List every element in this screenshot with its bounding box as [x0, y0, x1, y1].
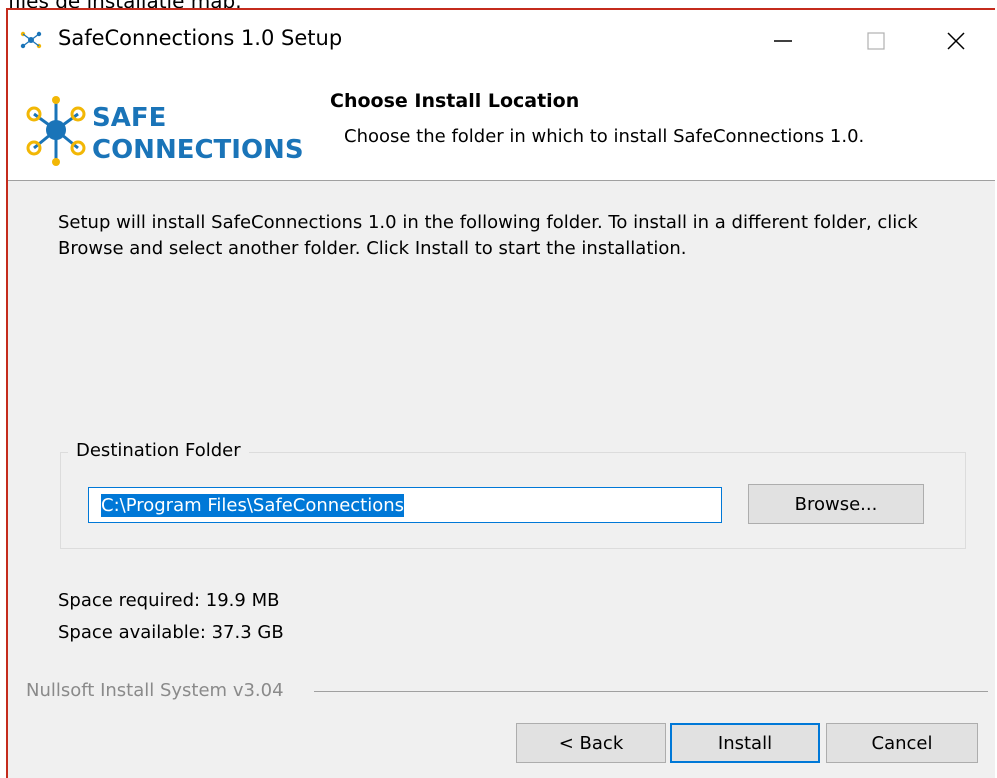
back-button[interactable]: < Back [516, 723, 666, 763]
minimize-icon [774, 40, 792, 42]
minimize-button[interactable] [743, 10, 823, 72]
installer-window: SafeConnections 1.0 Setup SAFE CONNECTIO… [6, 8, 995, 778]
logo-line2: CONNECTIONS [92, 135, 304, 165]
space-available: Space available: 37.3 GB [58, 622, 284, 643]
page-title: Choose Install Location [330, 90, 580, 112]
installer-brand: Nullsoft Install System v3.04 [26, 680, 284, 701]
window-title: SafeConnections 1.0 Setup [58, 26, 343, 50]
maximize-icon [867, 32, 885, 50]
browse-button[interactable]: Browse... [748, 484, 924, 524]
logo-line1: SAFE [92, 103, 166, 133]
destination-folder-label: Destination Folder [68, 440, 249, 461]
close-button[interactable] [916, 10, 995, 72]
maximize-button[interactable] [836, 10, 916, 72]
cancel-button[interactable]: Cancel [826, 723, 978, 763]
footer-divider [314, 691, 988, 692]
wizard-header: SAFE CONNECTIONS Choose Install Location… [8, 72, 995, 181]
space-required: Space required: 19.9 MB [58, 590, 280, 611]
page-subtitle: Choose the folder in which to install Sa… [344, 126, 865, 147]
install-button[interactable]: Install [670, 723, 820, 763]
title-bar[interactable]: SafeConnections 1.0 Setup [8, 10, 995, 72]
app-icon [18, 28, 44, 52]
close-icon [947, 32, 965, 50]
destination-folder-value: C:\Program Files\SafeConnections [101, 493, 405, 517]
safeconnections-logo: SAFE CONNECTIONS [26, 96, 304, 166]
intro-text: Setup will install SafeConnections 1.0 i… [58, 212, 918, 259]
destination-folder-input[interactable]: C:\Program Files\SafeConnections [88, 487, 722, 523]
